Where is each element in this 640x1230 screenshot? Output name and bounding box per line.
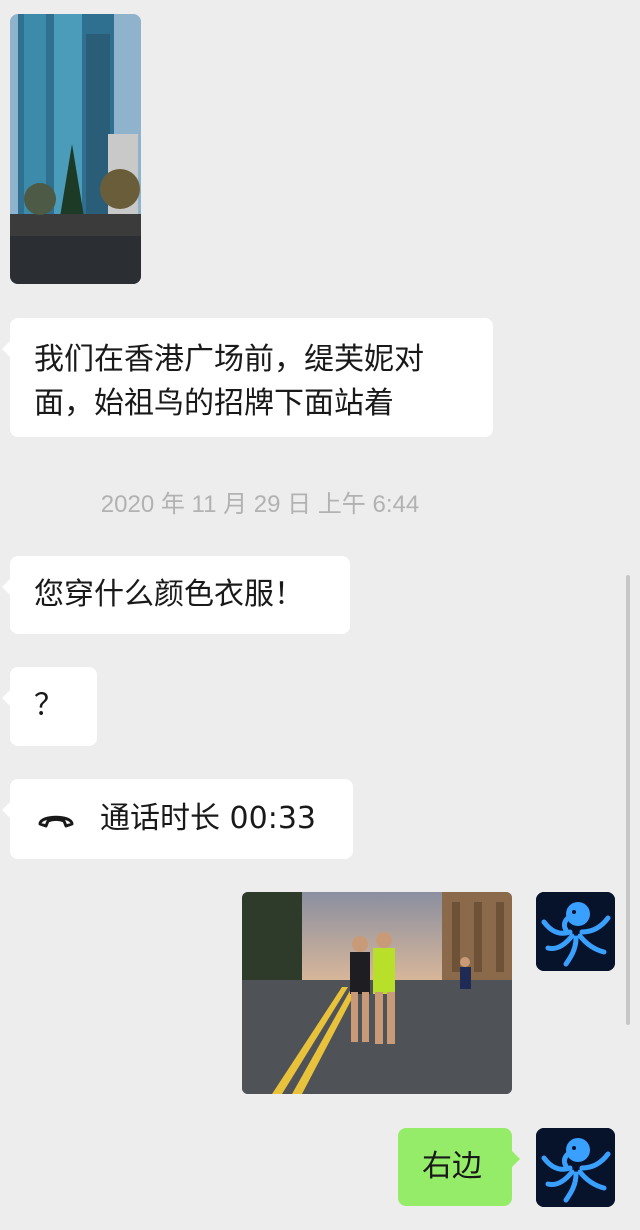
chat-image-runners[interactable]	[242, 892, 512, 1094]
message-bubble-right-side[interactable]: 右边	[398, 1128, 520, 1206]
timestamp: 2020 年 11 月 29 日 上午 6:44	[100, 491, 420, 518]
message-bubble-question[interactable]: ？	[2, 667, 97, 746]
message-text: ？	[34, 688, 64, 723]
runners-photo-icon	[242, 892, 512, 1094]
message-bubble-location[interactable]: 我们在香港广场前，缇芙妮对 面，始祖鸟的招牌下面站着	[2, 318, 493, 437]
octopus-icon	[536, 892, 615, 971]
message-bubble-call[interactable]: 通话时长 00:33	[2, 779, 353, 859]
message-text: 右边	[422, 1149, 482, 1184]
building-photo-icon	[10, 14, 141, 284]
call-duration-text: 通话时长 00:33	[100, 801, 316, 836]
message-bubble-clothes-color[interactable]: 您穿什么颜色衣服！	[2, 556, 350, 634]
my-avatar[interactable]	[536, 1128, 615, 1207]
message-text-line-1: 我们在香港广场前，缇芙妮对	[34, 342, 424, 377]
chat-image-building[interactable]	[10, 14, 141, 284]
phone-hangup-icon	[34, 797, 78, 841]
my-avatar[interactable]	[536, 892, 615, 971]
scrollbar[interactable]	[626, 575, 630, 1025]
message-text-line-2: 面，始祖鸟的招牌下面站着	[34, 386, 394, 421]
message-text: 您穿什么颜色衣服！	[34, 577, 304, 612]
octopus-icon	[536, 1128, 615, 1207]
